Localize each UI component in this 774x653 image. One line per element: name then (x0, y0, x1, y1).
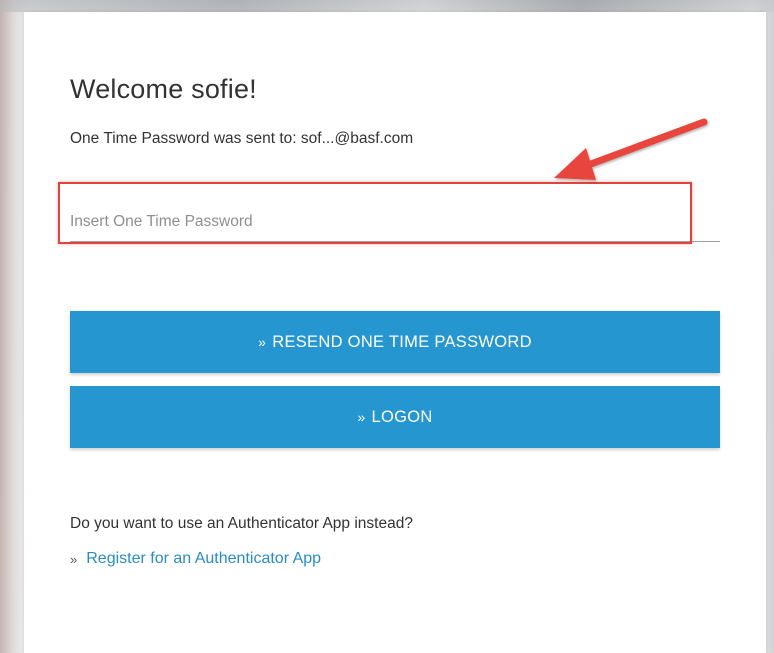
otp-sent-email: sof...@basf.com (300, 130, 414, 147)
otp-sent-message: One Time Password was sent to: sof...@ba… (70, 130, 413, 148)
page-title: Welcome sofie! (70, 74, 257, 104)
login-card: Welcome sofie! One Time Password was sen… (24, 12, 766, 653)
logon-label: LOGON (371, 407, 433, 426)
background-top-strip (0, 0, 774, 12)
logon-button[interactable]: » LOGON (70, 386, 720, 448)
resend-chevron-icon: » (258, 334, 267, 350)
resend-otp-label: RESEND ONE TIME PASSWORD (272, 332, 532, 351)
red-arrow-icon (554, 118, 708, 180)
authenticator-question: Do you want to use an Authenticator App … (70, 515, 413, 532)
logon-chevron-icon: » (357, 409, 366, 425)
register-authenticator-row: » Register for an Authenticator App (70, 550, 321, 568)
register-chevron-icon: » (70, 551, 78, 567)
register-authenticator-link[interactable]: Register for an Authenticator App (86, 550, 321, 568)
otp-sent-label: One Time Password was sent to: (70, 130, 297, 147)
resend-otp-button[interactable]: » RESEND ONE TIME PASSWORD (70, 311, 720, 373)
